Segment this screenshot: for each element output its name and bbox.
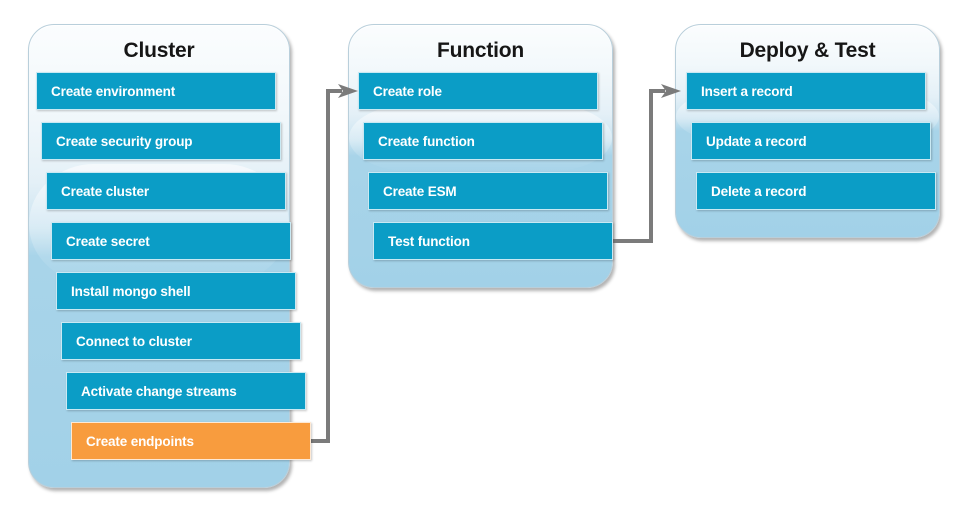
step-test-function[interactable]: Test function bbox=[373, 222, 613, 260]
step-activate-change-streams[interactable]: Activate change streams bbox=[66, 372, 306, 410]
step-create-esm[interactable]: Create ESM bbox=[368, 172, 608, 210]
panel-title-deploy-test: Deploy & Test bbox=[739, 39, 876, 62]
step-create-role[interactable]: Create role bbox=[358, 72, 598, 110]
step-create-cluster[interactable]: Create cluster bbox=[46, 172, 286, 210]
step-insert-a-record[interactable]: Insert a record bbox=[686, 72, 926, 110]
step-install-mongo-shell[interactable]: Install mongo shell bbox=[56, 272, 296, 310]
connector-function-to-deploy bbox=[613, 84, 687, 291]
step-create-secret[interactable]: Create secret bbox=[51, 222, 291, 260]
step-create-function[interactable]: Create function bbox=[363, 122, 603, 160]
step-create-environment[interactable]: Create environment bbox=[36, 72, 276, 110]
step-connect-to-cluster[interactable]: Connect to cluster bbox=[61, 322, 301, 360]
diagram-canvas: Cluster Create environment Create securi… bbox=[0, 0, 965, 505]
connector-path bbox=[613, 89, 665, 243]
step-create-security-group[interactable]: Create security group bbox=[41, 122, 281, 160]
step-update-a-record[interactable]: Update a record bbox=[691, 122, 931, 160]
step-delete-a-record[interactable]: Delete a record bbox=[696, 172, 936, 210]
panel-title-function: Function bbox=[436, 39, 525, 62]
step-create-endpoints[interactable]: Create endpoints bbox=[71, 422, 311, 460]
panel-title-cluster: Cluster bbox=[123, 39, 195, 62]
